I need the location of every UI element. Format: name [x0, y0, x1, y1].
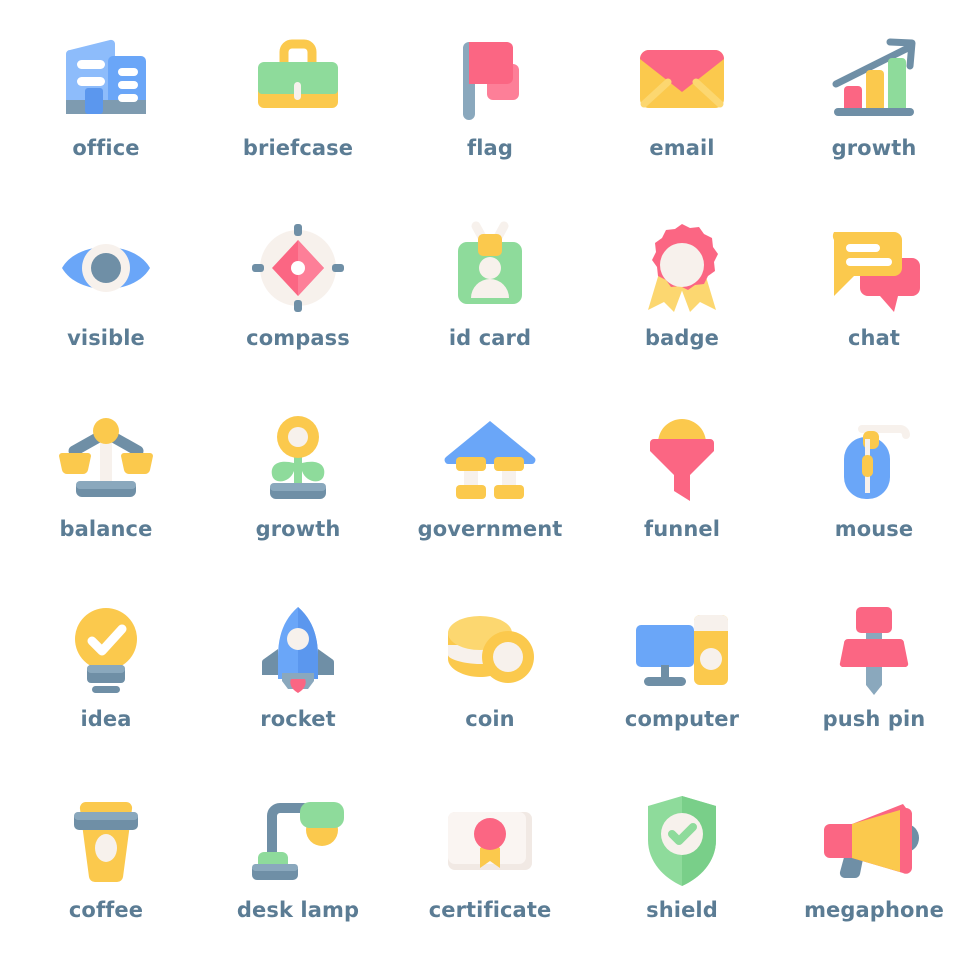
- icon-cell-coffee[interactable]: coffee: [10, 780, 202, 970]
- icon-label: growth: [255, 516, 341, 541]
- shield-check-icon[interactable]: [622, 786, 742, 894]
- icon-cell-megaphone[interactable]: megaphone: [778, 780, 970, 970]
- icon-label: flag: [467, 136, 513, 160]
- rocket-icon[interactable]: [238, 595, 358, 703]
- flag-icon[interactable]: [430, 24, 550, 132]
- icon-cell-id-card[interactable]: id card: [394, 208, 586, 398]
- icon-cell-funnel[interactable]: funnel: [586, 399, 778, 589]
- growth-plant-icon[interactable]: [238, 405, 358, 513]
- eye-icon[interactable]: [46, 214, 166, 322]
- icon-label: id card: [448, 326, 532, 351]
- icon-label: push pin: [822, 707, 926, 732]
- icon-cell-growth-chart[interactable]: growth: [778, 18, 970, 208]
- icon-cell-visible[interactable]: visible: [10, 208, 202, 398]
- icon-label: megaphone: [804, 897, 944, 922]
- icon-cell-coin[interactable]: coin: [394, 589, 586, 779]
- icon-label: chat: [847, 326, 900, 351]
- icon-label: office: [72, 136, 140, 160]
- icon-label: growth: [831, 136, 917, 160]
- balance-scale-icon[interactable]: [46, 405, 166, 513]
- icon-cell-balance[interactable]: balance: [10, 399, 202, 589]
- icon-label: shield: [646, 897, 718, 922]
- growth-chart-icon[interactable]: [814, 24, 934, 132]
- mouse-icon[interactable]: [814, 405, 934, 513]
- icon-grid: office briefcase flag email growth visib…: [0, 0, 980, 980]
- id-card-icon[interactable]: [430, 214, 550, 322]
- icon-label: mouse: [834, 516, 914, 541]
- lightbulb-idea-icon[interactable]: [46, 595, 166, 703]
- icon-label: rocket: [260, 707, 336, 732]
- icon-cell-office[interactable]: office: [10, 18, 202, 208]
- badge-icon[interactable]: [622, 214, 742, 322]
- icon-label: government: [417, 516, 563, 541]
- coin-icon[interactable]: [430, 595, 550, 703]
- briefcase-icon[interactable]: [238, 24, 358, 132]
- icon-label: desk lamp: [236, 897, 360, 922]
- icon-label: funnel: [643, 516, 721, 541]
- government-icon[interactable]: [430, 405, 550, 513]
- funnel-icon[interactable]: [622, 405, 742, 513]
- icon-label: computer: [624, 707, 740, 732]
- coffee-cup-icon[interactable]: [46, 786, 166, 894]
- desk-lamp-icon[interactable]: [238, 786, 358, 894]
- icon-cell-mouse[interactable]: mouse: [778, 399, 970, 589]
- chat-icon[interactable]: [814, 214, 934, 322]
- icon-label: email: [649, 136, 715, 160]
- megaphone-icon[interactable]: [814, 786, 934, 894]
- office-icon[interactable]: [46, 24, 166, 132]
- icon-cell-computer[interactable]: computer: [586, 589, 778, 779]
- email-icon[interactable]: [622, 24, 742, 132]
- icon-label: coffee: [68, 897, 144, 922]
- icon-label: badge: [644, 326, 719, 351]
- computer-icon[interactable]: [622, 595, 742, 703]
- icon-cell-briefcase[interactable]: briefcase: [202, 18, 394, 208]
- icon-cell-idea[interactable]: idea: [10, 589, 202, 779]
- icon-cell-shield[interactable]: shield: [586, 780, 778, 970]
- certificate-icon[interactable]: [430, 786, 550, 894]
- icon-cell-rocket[interactable]: rocket: [202, 589, 394, 779]
- push-pin-icon[interactable]: [814, 595, 934, 703]
- icon-label: compass: [246, 326, 350, 351]
- icon-cell-chat[interactable]: chat: [778, 208, 970, 398]
- icon-label: balance: [59, 516, 153, 541]
- icon-cell-desk-lamp[interactable]: desk lamp: [202, 780, 394, 970]
- icon-label: idea: [80, 707, 132, 732]
- icon-cell-certificate[interactable]: certificate: [394, 780, 586, 970]
- icon-cell-push-pin[interactable]: push pin: [778, 589, 970, 779]
- icon-label: coin: [465, 707, 515, 732]
- icon-label: visible: [67, 326, 145, 351]
- icon-cell-email[interactable]: email: [586, 18, 778, 208]
- icon-cell-flag[interactable]: flag: [394, 18, 586, 208]
- compass-icon[interactable]: [238, 214, 358, 322]
- icon-label: certificate: [428, 897, 552, 922]
- icon-cell-growth-plant[interactable]: growth: [202, 399, 394, 589]
- icon-cell-badge[interactable]: badge: [586, 208, 778, 398]
- icon-cell-government[interactable]: government: [394, 399, 586, 589]
- icon-label: briefcase: [242, 136, 354, 160]
- icon-cell-compass[interactable]: compass: [202, 208, 394, 398]
